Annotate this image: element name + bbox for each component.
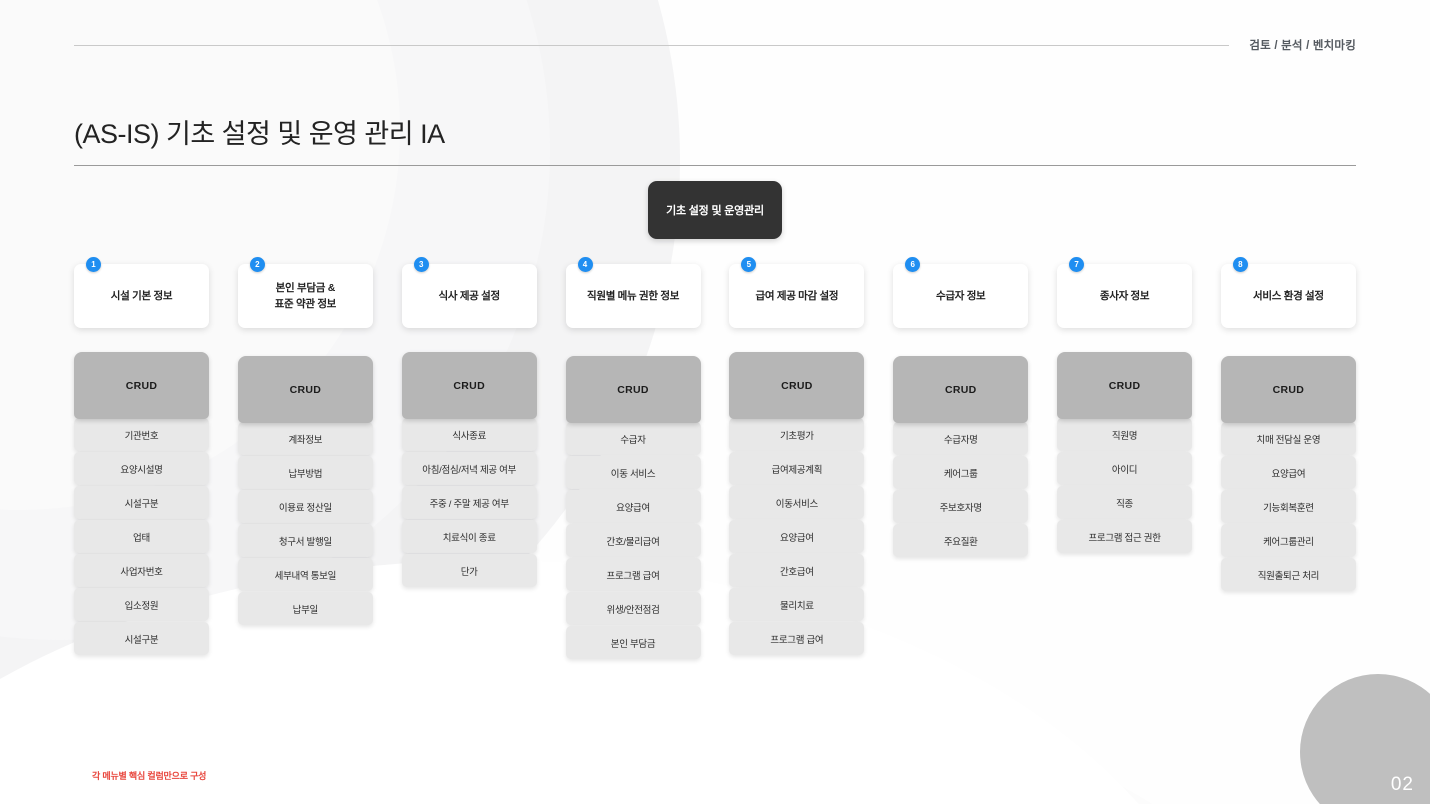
field-item[interactable]: 요양급여: [729, 520, 865, 553]
field-item[interactable]: 시설구분: [74, 622, 209, 655]
field-item[interactable]: 수급자명: [893, 422, 1029, 455]
crud-header: CRUD: [893, 356, 1029, 423]
field-item[interactable]: 식사종료: [401, 418, 537, 451]
field-item[interactable]: 이동 서비스: [565, 456, 701, 489]
field-item[interactable]: 아침/점심/저녁 제공 여부: [401, 452, 537, 485]
field-item[interactable]: 업태: [74, 520, 209, 553]
menu-card[interactable]: 급여 제공 마감 설정: [729, 264, 865, 328]
field-item[interactable]: 기관번호: [74, 418, 209, 451]
column-badge: 3: [413, 257, 429, 272]
field-item[interactable]: 프로그램 급여: [729, 622, 865, 655]
field-item[interactable]: 주중 / 주말 제공 여부: [401, 486, 537, 519]
page-title: (AS-IS) 기초 설정 및 운영 관리 IA: [74, 119, 445, 149]
field-item[interactable]: 직종: [1057, 486, 1193, 519]
title-block: (AS-IS) 기초 설정 및 운영 관리 IA: [74, 112, 1356, 166]
ia-column: 2 본인 부담금 & 표준 약관 정보 CRUD 계좌정보 납부방법 이용료 정산일 청구서 …: [237, 257, 373, 659]
crud-header: CRUD: [565, 356, 701, 423]
field-item[interactable]: 계좌정보: [237, 422, 373, 455]
ia-columns: 1 시설 기본 정보 CRUD 기관번호 요양시설명 시설구분 업태 사업자번호 입소정원 시설구…: [74, 257, 1356, 659]
slide-canvas: 검토 / 분석 / 벤치마킹 (AS-IS) 기초 설정 및 운영 관리 IA …: [0, 0, 1430, 804]
field-item[interactable]: 프로그램 접근 권한: [1057, 520, 1193, 553]
column-badge: 2: [249, 257, 265, 272]
field-item[interactable]: 직원명: [1057, 418, 1193, 451]
field-item[interactable]: 요양시설명: [74, 452, 209, 485]
column-badge: 4: [577, 257, 593, 272]
field-item[interactable]: 직원출퇴근 처리: [1220, 558, 1356, 591]
menu-card[interactable]: 서비스 환경 설정: [1220, 264, 1356, 328]
field-item[interactable]: 단가: [401, 554, 537, 587]
ia-column: 4 직원별 메뉴 권한 정보 CRUD 수급자 이동 서비스 요양급여 간호/물리급여 프로그…: [565, 257, 701, 659]
field-item[interactable]: 급여제공계획: [729, 452, 865, 485]
menu-card-label-line2: 표준 약관 정보: [274, 298, 337, 310]
field-item[interactable]: 기능회복훈련: [1220, 490, 1356, 523]
header-divider: [74, 44, 1230, 46]
crud-header: CRUD: [237, 356, 373, 423]
field-item[interactable]: 위생/안전점검: [565, 592, 701, 625]
field-item[interactable]: 치료식이 종료: [401, 520, 537, 553]
field-item[interactable]: 본인 부담금: [565, 626, 701, 659]
field-list: 식사종료 아침/점심/저녁 제공 여부 주중 / 주말 제공 여부 치료식이 종료 단가: [401, 418, 537, 587]
field-item[interactable]: 시설구분: [74, 486, 209, 519]
field-list: 직원명 아이디 직종 프로그램 접근 권한: [1057, 418, 1193, 553]
field-item[interactable]: 요양급여: [1220, 456, 1356, 489]
field-list: 수급자 이동 서비스 요양급여 간호/물리급여 프로그램 급여 위생/안전점검 본인 부담금: [565, 422, 701, 659]
root-node: 기초 설정 및 운영관리: [648, 181, 782, 239]
page-number: 02: [1390, 774, 1414, 795]
crud-header: CRUD: [74, 352, 209, 419]
field-item[interactable]: 이용료 정산일: [237, 490, 373, 523]
menu-card[interactable]: 시설 기본 정보: [74, 264, 209, 328]
field-list: 치매 전담실 운영 요양급여 기능회복훈련 케어그룹관리 직원출퇴근 처리: [1220, 422, 1356, 591]
menu-card[interactable]: 식사 제공 설정: [401, 264, 537, 328]
crud-header: CRUD: [1057, 352, 1193, 419]
title-underline: [74, 165, 1356, 166]
field-item[interactable]: 납부일: [237, 592, 373, 625]
ia-column: 1 시설 기본 정보 CRUD 기관번호 요양시설명 시설구분 업태 사업자번호 입소정원 시설구…: [74, 257, 209, 659]
field-item[interactable]: 사업자번호: [74, 554, 209, 587]
crud-header: CRUD: [1220, 356, 1356, 423]
footnote: 각 메뉴별 핵심 컬럼만으로 구성: [92, 771, 207, 781]
field-item[interactable]: 이동서비스: [729, 486, 865, 519]
crud-header: CRUD: [401, 352, 537, 419]
field-list: 기관번호 요양시설명 시설구분 업태 사업자번호 입소정원 시설구분: [74, 418, 209, 655]
field-item[interactable]: 케어그룹관리: [1220, 524, 1356, 557]
menu-card[interactable]: 종사자 정보: [1057, 264, 1193, 328]
column-badge: 1: [86, 257, 101, 272]
menu-card[interactable]: 수급자 정보: [893, 264, 1029, 328]
column-badge: 7: [1069, 257, 1085, 272]
background-arc-bottom-soft: [0, 660, 1350, 804]
menu-card-label: 본인 부담금 &: [275, 281, 336, 294]
field-item[interactable]: 간호/물리급여: [565, 524, 701, 557]
field-item[interactable]: 치매 전담실 운영: [1220, 422, 1356, 455]
header-bar: 검토 / 분석 / 벤치마킹: [74, 38, 1356, 52]
field-item[interactable]: 주요질환: [893, 524, 1029, 557]
field-item[interactable]: 주보호자명: [893, 490, 1029, 523]
field-item[interactable]: 간호급여: [729, 554, 865, 587]
header-section-label: 검토 / 분석 / 벤치마킹: [1249, 40, 1356, 52]
column-badge: 8: [1232, 257, 1248, 272]
crud-header: CRUD: [729, 352, 865, 419]
menu-card[interactable]: 직원별 메뉴 권한 정보: [565, 264, 701, 328]
ia-column: 3 식사 제공 설정 CRUD 식사종료 아침/점심/저녁 제공 여부 주중 / 주말 제…: [401, 257, 537, 659]
field-list: 수급자명 케어그룹 주보호자명 주요질환: [893, 422, 1029, 557]
ia-column: 8 서비스 환경 설정 CRUD 치매 전담실 운영 요양급여 기능회복훈련 케어그룹관리 직…: [1220, 257, 1356, 659]
field-item[interactable]: 아이디: [1057, 452, 1193, 485]
ia-column: 7 종사자 정보 CRUD 직원명 아이디 직종 프로그램 접근 권한: [1057, 257, 1193, 659]
field-item[interactable]: 청구서 발행일: [237, 524, 373, 557]
field-item[interactable]: 케어그룹: [893, 456, 1029, 489]
field-item[interactable]: 물리치료: [729, 588, 865, 621]
ia-column: 6 수급자 정보 CRUD 수급자명 케어그룹 주보호자명 주요질환: [893, 257, 1029, 659]
field-item[interactable]: 수급자: [565, 422, 701, 455]
field-item[interactable]: 프로그램 급여: [565, 558, 701, 591]
ia-column: 5 급여 제공 마감 설정 CRUD 기초평가 급여제공계획 이동서비스 요양급여 간호급여 물…: [729, 257, 865, 659]
field-item[interactable]: 세부내역 통보일: [237, 558, 373, 591]
field-list: 기초평가 급여제공계획 이동서비스 요양급여 간호급여 물리치료 프로그램 급여: [729, 418, 865, 655]
menu-card[interactable]: 본인 부담금 & 표준 약관 정보: [237, 264, 373, 328]
field-item[interactable]: 요양급여: [565, 490, 701, 523]
field-item[interactable]: 입소정원: [74, 588, 209, 621]
field-item[interactable]: 납부방법: [237, 456, 373, 489]
field-item[interactable]: 기초평가: [729, 418, 865, 451]
menu-card-text: 본인 부담금 & 표준 약관 정보: [274, 280, 337, 313]
field-list: 계좌정보 납부방법 이용료 정산일 청구서 발행일 세부내역 통보일 납부일: [237, 422, 373, 625]
